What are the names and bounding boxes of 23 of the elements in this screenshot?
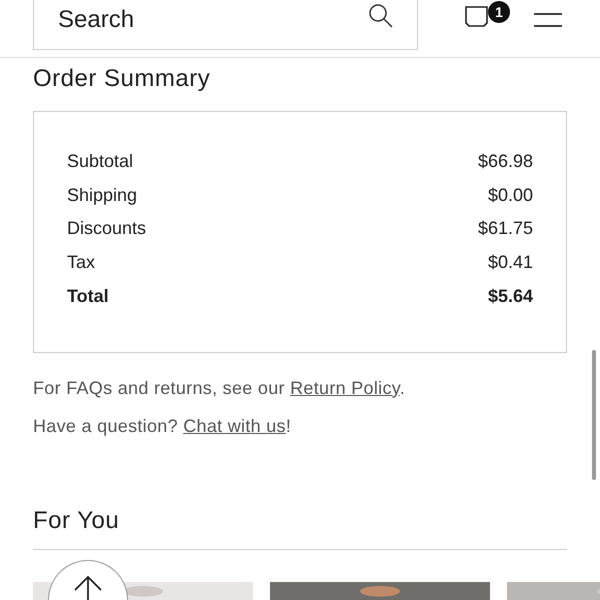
shopping-bag-icon[interactable] bbox=[464, 3, 488, 27]
summary-label: Tax bbox=[67, 251, 96, 274]
summary-label: Discounts bbox=[67, 217, 146, 240]
section-title: Order Summary bbox=[33, 65, 212, 93]
section-title: For You bbox=[33, 506, 120, 535]
menu-icon[interactable] bbox=[534, 10, 562, 28]
summary-value: $5.64 bbox=[488, 284, 533, 308]
summary-value: $0.00 bbox=[488, 184, 533, 207]
help-link[interactable]: Chat with us bbox=[183, 416, 286, 436]
summary-value: $61.75 bbox=[478, 217, 533, 240]
summary-value: $0.41 bbox=[488, 251, 533, 274]
cart-count: 1 bbox=[488, 1, 510, 23]
summary-label: Shipping bbox=[67, 184, 138, 207]
summary-label: Subtotal bbox=[67, 150, 134, 173]
search-icon[interactable] bbox=[368, 2, 394, 28]
help-link[interactable]: Return Policy bbox=[290, 378, 400, 398]
search-field[interactable]: Search bbox=[33, 0, 418, 50]
arrow-up-icon bbox=[73, 575, 103, 600]
scrollbar[interactable] bbox=[592, 350, 596, 480]
help-text: For FAQs and returns, see our Return Policy. bbox=[33, 378, 406, 399]
help-text: Have a question? Chat with us! bbox=[33, 416, 292, 437]
summary-value: $66.98 bbox=[478, 150, 533, 173]
summary-label: Total bbox=[67, 284, 109, 308]
